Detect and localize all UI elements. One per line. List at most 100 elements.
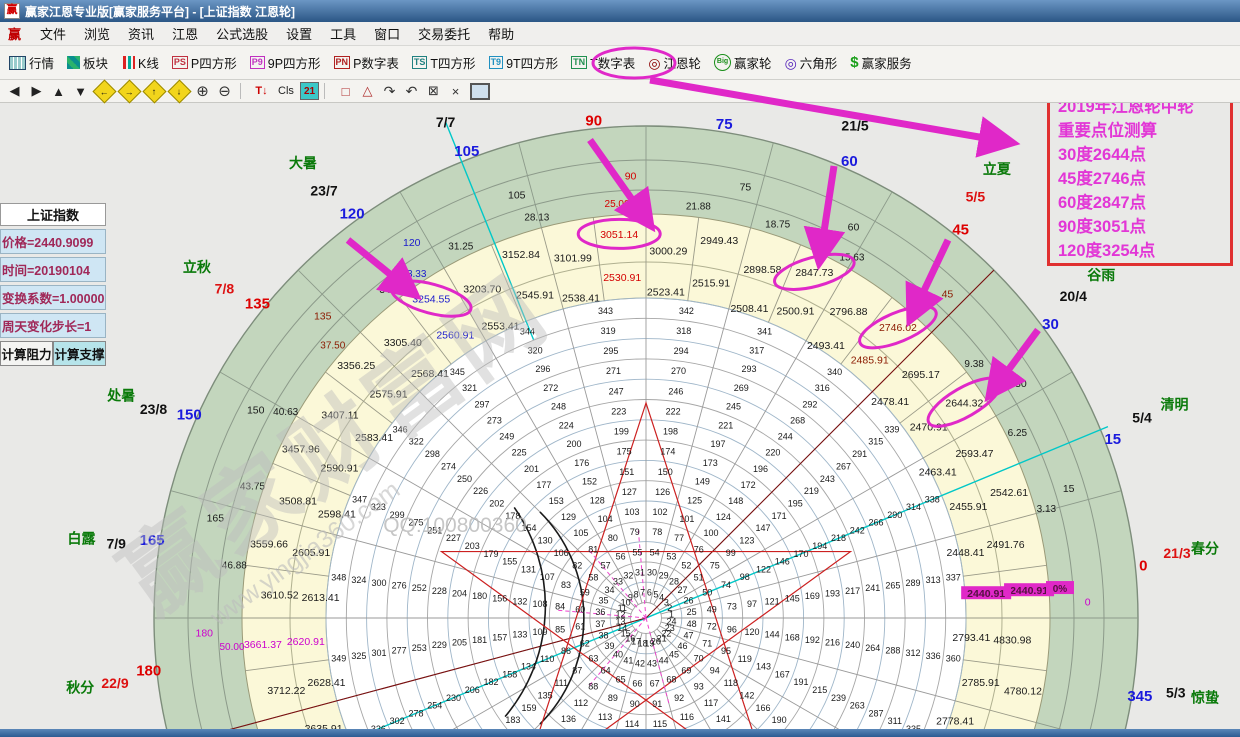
tool-icon-→[interactable]: →	[117, 79, 141, 103]
svg-text:3661.37: 3661.37	[244, 639, 282, 651]
drawing-toolbar: ◀▶▲▼←→↑↓⊕⊖ T↓Cls21 □△↷↶⊠×	[0, 80, 1240, 103]
tool-icon-⊠[interactable]: ⊠	[423, 82, 444, 100]
svg-text:141: 141	[716, 714, 731, 724]
svg-text:201: 201	[524, 464, 539, 474]
svg-text:71: 71	[702, 638, 712, 648]
toolbar-button-赢家服务[interactable]: $赢家服务	[847, 51, 914, 74]
svg-text:2746.02: 2746.02	[879, 322, 917, 334]
svg-text:120: 120	[403, 237, 421, 249]
svg-text:2455.91: 2455.91	[949, 501, 987, 513]
svg-text:21/3: 21/3	[1163, 545, 1190, 561]
svg-text:34: 34	[604, 585, 614, 595]
tool-icon-↶[interactable]: ↶	[401, 82, 422, 100]
svg-text:217: 217	[845, 586, 860, 596]
toolbar-button-9T四方形[interactable]: T99T四方形	[486, 51, 562, 74]
svg-text:30: 30	[1015, 378, 1027, 390]
tool-icon-□[interactable]: □	[335, 82, 356, 100]
svg-text:2778.41: 2778.41	[936, 715, 974, 727]
tool-icon-mon[interactable]	[470, 83, 490, 100]
menu-item-帮助[interactable]: 帮助	[479, 25, 523, 44]
tool-icon-↑[interactable]: ↑	[142, 79, 166, 103]
tool-icon-⊖[interactable]: ⊖	[214, 82, 235, 100]
tool-icon-Cls[interactable]: Cls	[273, 82, 299, 100]
svg-text:2628.41: 2628.41	[308, 677, 346, 689]
toolbar-button-K线[interactable]: K线	[118, 51, 162, 74]
toolbar-button-江恩轮[interactable]: ◎江恩轮	[645, 51, 704, 74]
svg-text:2542.61: 2542.61	[990, 487, 1028, 499]
svg-text:28.13: 28.13	[524, 213, 549, 224]
svg-text:127: 127	[622, 487, 637, 497]
menu-item-交易委托[interactable]: 交易委托	[409, 25, 479, 44]
tool-icon-↷[interactable]: ↷	[379, 82, 400, 100]
tool-icon-▶[interactable]: ▶	[26, 82, 47, 100]
toolbar-button-板块[interactable]: 板块	[64, 51, 111, 74]
svg-text:68: 68	[666, 674, 676, 684]
tool-icon-←[interactable]: ←	[92, 79, 116, 103]
svg-text:239: 239	[831, 693, 846, 703]
svg-text:40: 40	[613, 649, 623, 659]
svg-text:5/3: 5/3	[1166, 684, 1186, 700]
svg-text:78: 78	[652, 527, 662, 537]
svg-text:135: 135	[538, 690, 553, 700]
svg-text:50: 50	[702, 588, 712, 598]
svg-text:30: 30	[647, 567, 657, 577]
tool-icon-◀[interactable]: ◀	[4, 82, 25, 100]
svg-text:249: 249	[499, 432, 514, 442]
svg-text:312: 312	[905, 648, 920, 658]
svg-text:124: 124	[716, 512, 731, 522]
toolbar-button-六角形[interactable]: ◎六角形	[782, 51, 841, 74]
svg-text:156: 156	[492, 594, 507, 604]
svg-text:146: 146	[775, 557, 790, 567]
menu-item-公式选股[interactable]: 公式选股	[207, 25, 277, 44]
svg-text:338: 338	[925, 494, 940, 504]
江恩轮-icon: ◎	[648, 56, 660, 70]
tool-icon-T↓[interactable]: T↓	[251, 82, 272, 100]
svg-text:31.25: 31.25	[448, 242, 473, 253]
svg-text:12.50: 12.50	[906, 300, 931, 311]
svg-text:6: 6	[647, 588, 652, 598]
svg-text:2491.76: 2491.76	[987, 539, 1025, 551]
svg-text:221: 221	[718, 420, 733, 430]
svg-text:2898.58: 2898.58	[743, 264, 781, 276]
tool-icon-×[interactable]: ×	[445, 82, 466, 100]
toolbar-button-赢家轮[interactable]: Big赢家轮	[711, 51, 775, 74]
toolbar-button-行情[interactable]: 行情	[6, 51, 57, 74]
menu-item-设置[interactable]: 设置	[277, 25, 321, 44]
svg-text:118: 118	[724, 678, 738, 688]
svg-text:254: 254	[427, 701, 442, 711]
tool-icon-△[interactable]: △	[357, 82, 378, 100]
svg-text:266: 266	[869, 518, 884, 528]
svg-text:120: 120	[744, 627, 759, 637]
svg-text:246: 246	[668, 386, 683, 396]
menu-item-文件[interactable]: 文件	[31, 25, 75, 44]
svg-text:155: 155	[502, 557, 517, 567]
toolbar-button-P四方形[interactable]: PSP四方形	[169, 51, 240, 74]
svg-text:42: 42	[635, 659, 645, 669]
svg-text:169: 169	[805, 591, 820, 601]
svg-text:5/4: 5/4	[1132, 410, 1152, 426]
menu-item-窗口[interactable]: 窗口	[365, 25, 409, 44]
板块-icon	[67, 56, 80, 69]
svg-text:168: 168	[785, 632, 800, 642]
menu-item-资讯[interactable]: 资讯	[119, 25, 163, 44]
toolbar-button-9P四方形[interactable]: P99P四方形	[247, 51, 324, 74]
svg-text:21.88: 21.88	[686, 201, 711, 212]
svg-text:73: 73	[727, 602, 737, 612]
svg-text:76: 76	[694, 544, 704, 554]
tool-icon-▲[interactable]: ▲	[48, 82, 69, 100]
tool-icon-▼[interactable]: ▼	[70, 82, 91, 100]
menu-item-工具[interactable]: 工具	[321, 25, 365, 44]
svg-text:74: 74	[721, 580, 731, 590]
tool-icon-21[interactable]: 21	[300, 82, 319, 100]
menu-item-浏览[interactable]: 浏览	[75, 25, 119, 44]
tool-icon-⊕[interactable]: ⊕	[192, 82, 213, 100]
toolbar-button-T四方形[interactable]: TST四方形	[409, 51, 479, 74]
svg-text:105: 105	[454, 143, 479, 160]
menu-item-江恩[interactable]: 江恩	[163, 25, 207, 44]
svg-text:116: 116	[680, 712, 694, 722]
svg-text:2470.91: 2470.91	[910, 421, 948, 433]
svg-text:298: 298	[425, 449, 440, 459]
toolbar-button-T数字表[interactable]: TNT数字表	[568, 51, 638, 74]
tool-icon-↓[interactable]: ↓	[167, 79, 191, 103]
toolbar-button-P数字表[interactable]: PNP数字表	[331, 51, 402, 74]
